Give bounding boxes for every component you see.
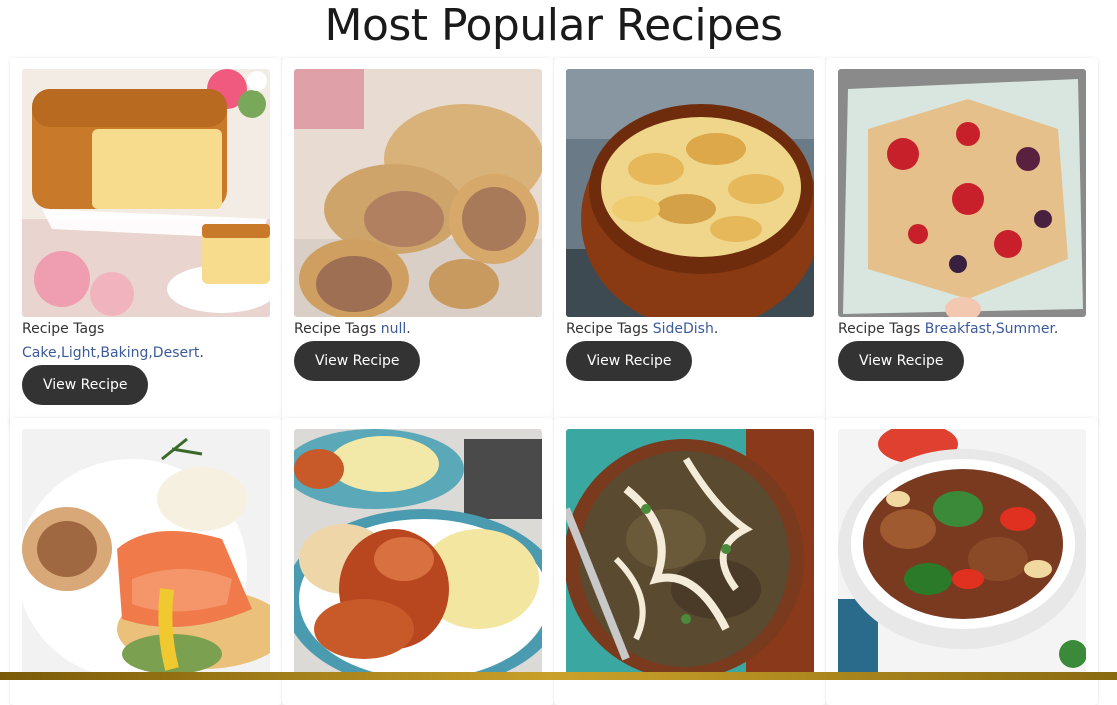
bottom-accent-bar [0,672,1117,680]
recipe-card [554,418,826,705]
recipe-tags-suffix: . [406,321,411,337]
recipe-tags-label: Recipe Tags [566,321,653,337]
recipe-image[interactable] [838,429,1086,677]
recipe-tags-line: Recipe Tags Breakfast,Summer. [838,317,1086,341]
view-recipe-button[interactable]: View Recipe [566,341,693,381]
recipe-card: Recipe Tags Cake,Light,Baking,Desert. Vi… [10,58,282,426]
recipe-image[interactable] [294,429,542,677]
recipe-card [826,418,1098,705]
recipe-tags-link[interactable]: null [381,321,407,337]
recipe-card [10,418,282,705]
page-title: Most Popular Recipes [324,0,783,51]
recipe-tags-link[interactable]: Breakfast,Summer [925,321,1054,337]
recipe-card: Recipe Tags SideDish. View Recipe [554,58,826,426]
recipe-tags-line: Recipe Tags SideDish. [566,317,814,341]
recipe-tags-link[interactable]: Cake,Light,Baking,Desert [22,345,199,361]
recipe-card [282,418,554,705]
recipe-tags-label: Recipe Tags [838,321,925,337]
recipe-tags-line: Recipe Tags null. [294,317,542,341]
recipe-image[interactable] [22,69,270,317]
view-recipe-button[interactable]: View Recipe [22,365,149,405]
recipe-tags-suffix: . [1053,321,1059,337]
recipe-tags-label: Recipe Tags [294,321,381,337]
recipe-tags-label: Recipe Tags [22,321,105,337]
recipe-tags-line: Recipe Tags Cake,Light,Baking,Desert. [22,317,270,365]
recipe-tags-suffix: . [199,345,204,361]
recipe-card: Recipe Tags Breakfast,Summer. View Recip… [826,58,1098,426]
recipe-tags-link[interactable]: SideDish [653,321,714,337]
recipe-image[interactable] [838,69,1086,317]
view-recipe-button[interactable]: View Recipe [294,341,421,381]
recipe-tags-suffix: . [713,321,719,337]
recipe-image[interactable] [294,69,542,317]
recipe-image[interactable] [566,69,814,317]
view-recipe-button[interactable]: View Recipe [838,341,965,381]
recipe-image[interactable] [22,429,270,677]
recipe-image[interactable] [566,429,814,677]
recipe-card: Recipe Tags null. View Recipe [282,58,554,426]
